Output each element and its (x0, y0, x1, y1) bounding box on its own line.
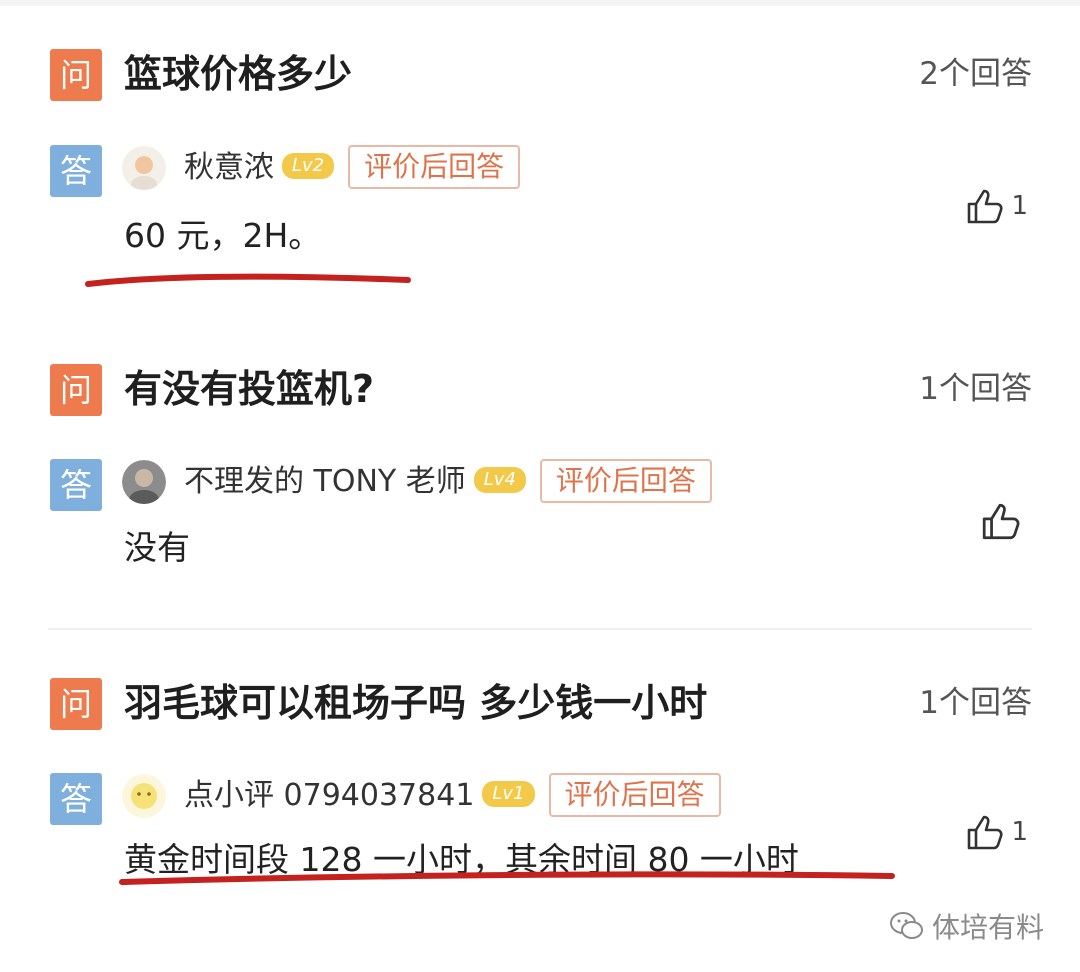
top-divider (0, 0, 1080, 6)
question-badge: 问 (50, 364, 102, 416)
answer-user: 秋意浓 Lv2 评价后回答 (184, 144, 521, 191)
answer-count[interactable]: 1个回答 (919, 365, 1032, 413)
answer-badge: 答 (50, 459, 102, 511)
question-badge: 问 (50, 678, 102, 730)
question-title[interactable]: 羽毛球可以租场子吗 多少钱一小时 (124, 679, 707, 727)
answer-badge: 答 (50, 145, 102, 197)
like-button[interactable]: 1 (965, 186, 1028, 226)
thumbs-up-icon (968, 815, 1003, 850)
red-underline (85, 273, 411, 287)
like-button[interactable] (980, 500, 1028, 542)
section-divider (48, 628, 1032, 630)
user-name[interactable]: 秋意浓 (184, 150, 274, 185)
level-badge: Lv2 (282, 152, 335, 179)
avatar[interactable] (122, 146, 166, 190)
question-title[interactable]: 篮球价格多少 (124, 50, 352, 98)
answer-user: 不理发的 TONY 老师 Lv4 评价后回答 (184, 458, 712, 505)
watermark-text: 体培有料 (931, 911, 1044, 944)
level-badge: Lv4 (473, 466, 526, 493)
thumbs-up-icon (982, 503, 1020, 540)
like-count: 1 (1011, 817, 1028, 847)
like-button[interactable]: 1 (965, 812, 1028, 852)
rate-then-answer-button[interactable]: 评价后回答 (539, 458, 712, 503)
answer-text: 60 元，2H。 (124, 216, 322, 255)
red-underline (119, 871, 895, 885)
rate-then-answer-button[interactable]: 评价后回答 (348, 144, 521, 189)
user-name[interactable]: 不理发的 TONY 老师 (184, 464, 466, 499)
question-title[interactable]: 有没有投篮机? (124, 365, 374, 413)
answer-count[interactable]: 1个回答 (919, 679, 1032, 727)
answer-count[interactable]: 2个回答 (919, 50, 1032, 98)
wechat-icon (889, 912, 923, 939)
question-badge: 问 (50, 49, 102, 101)
watermark: 体培有料 (889, 906, 1044, 946)
user-name[interactable]: 点小评 0794037841 (184, 778, 474, 813)
like-count: 1 (1011, 191, 1028, 221)
level-badge: Lv1 (482, 780, 535, 807)
avatar[interactable] (122, 460, 166, 504)
answer-text: 没有 (124, 528, 190, 567)
thumbs-up-icon (968, 189, 1003, 224)
answer-badge: 答 (50, 773, 102, 825)
answer-user: 点小评 0794037841 Lv1 评价后回答 (184, 772, 721, 819)
avatar[interactable] (122, 774, 166, 818)
rate-then-answer-button[interactable]: 评价后回答 (548, 772, 721, 817)
